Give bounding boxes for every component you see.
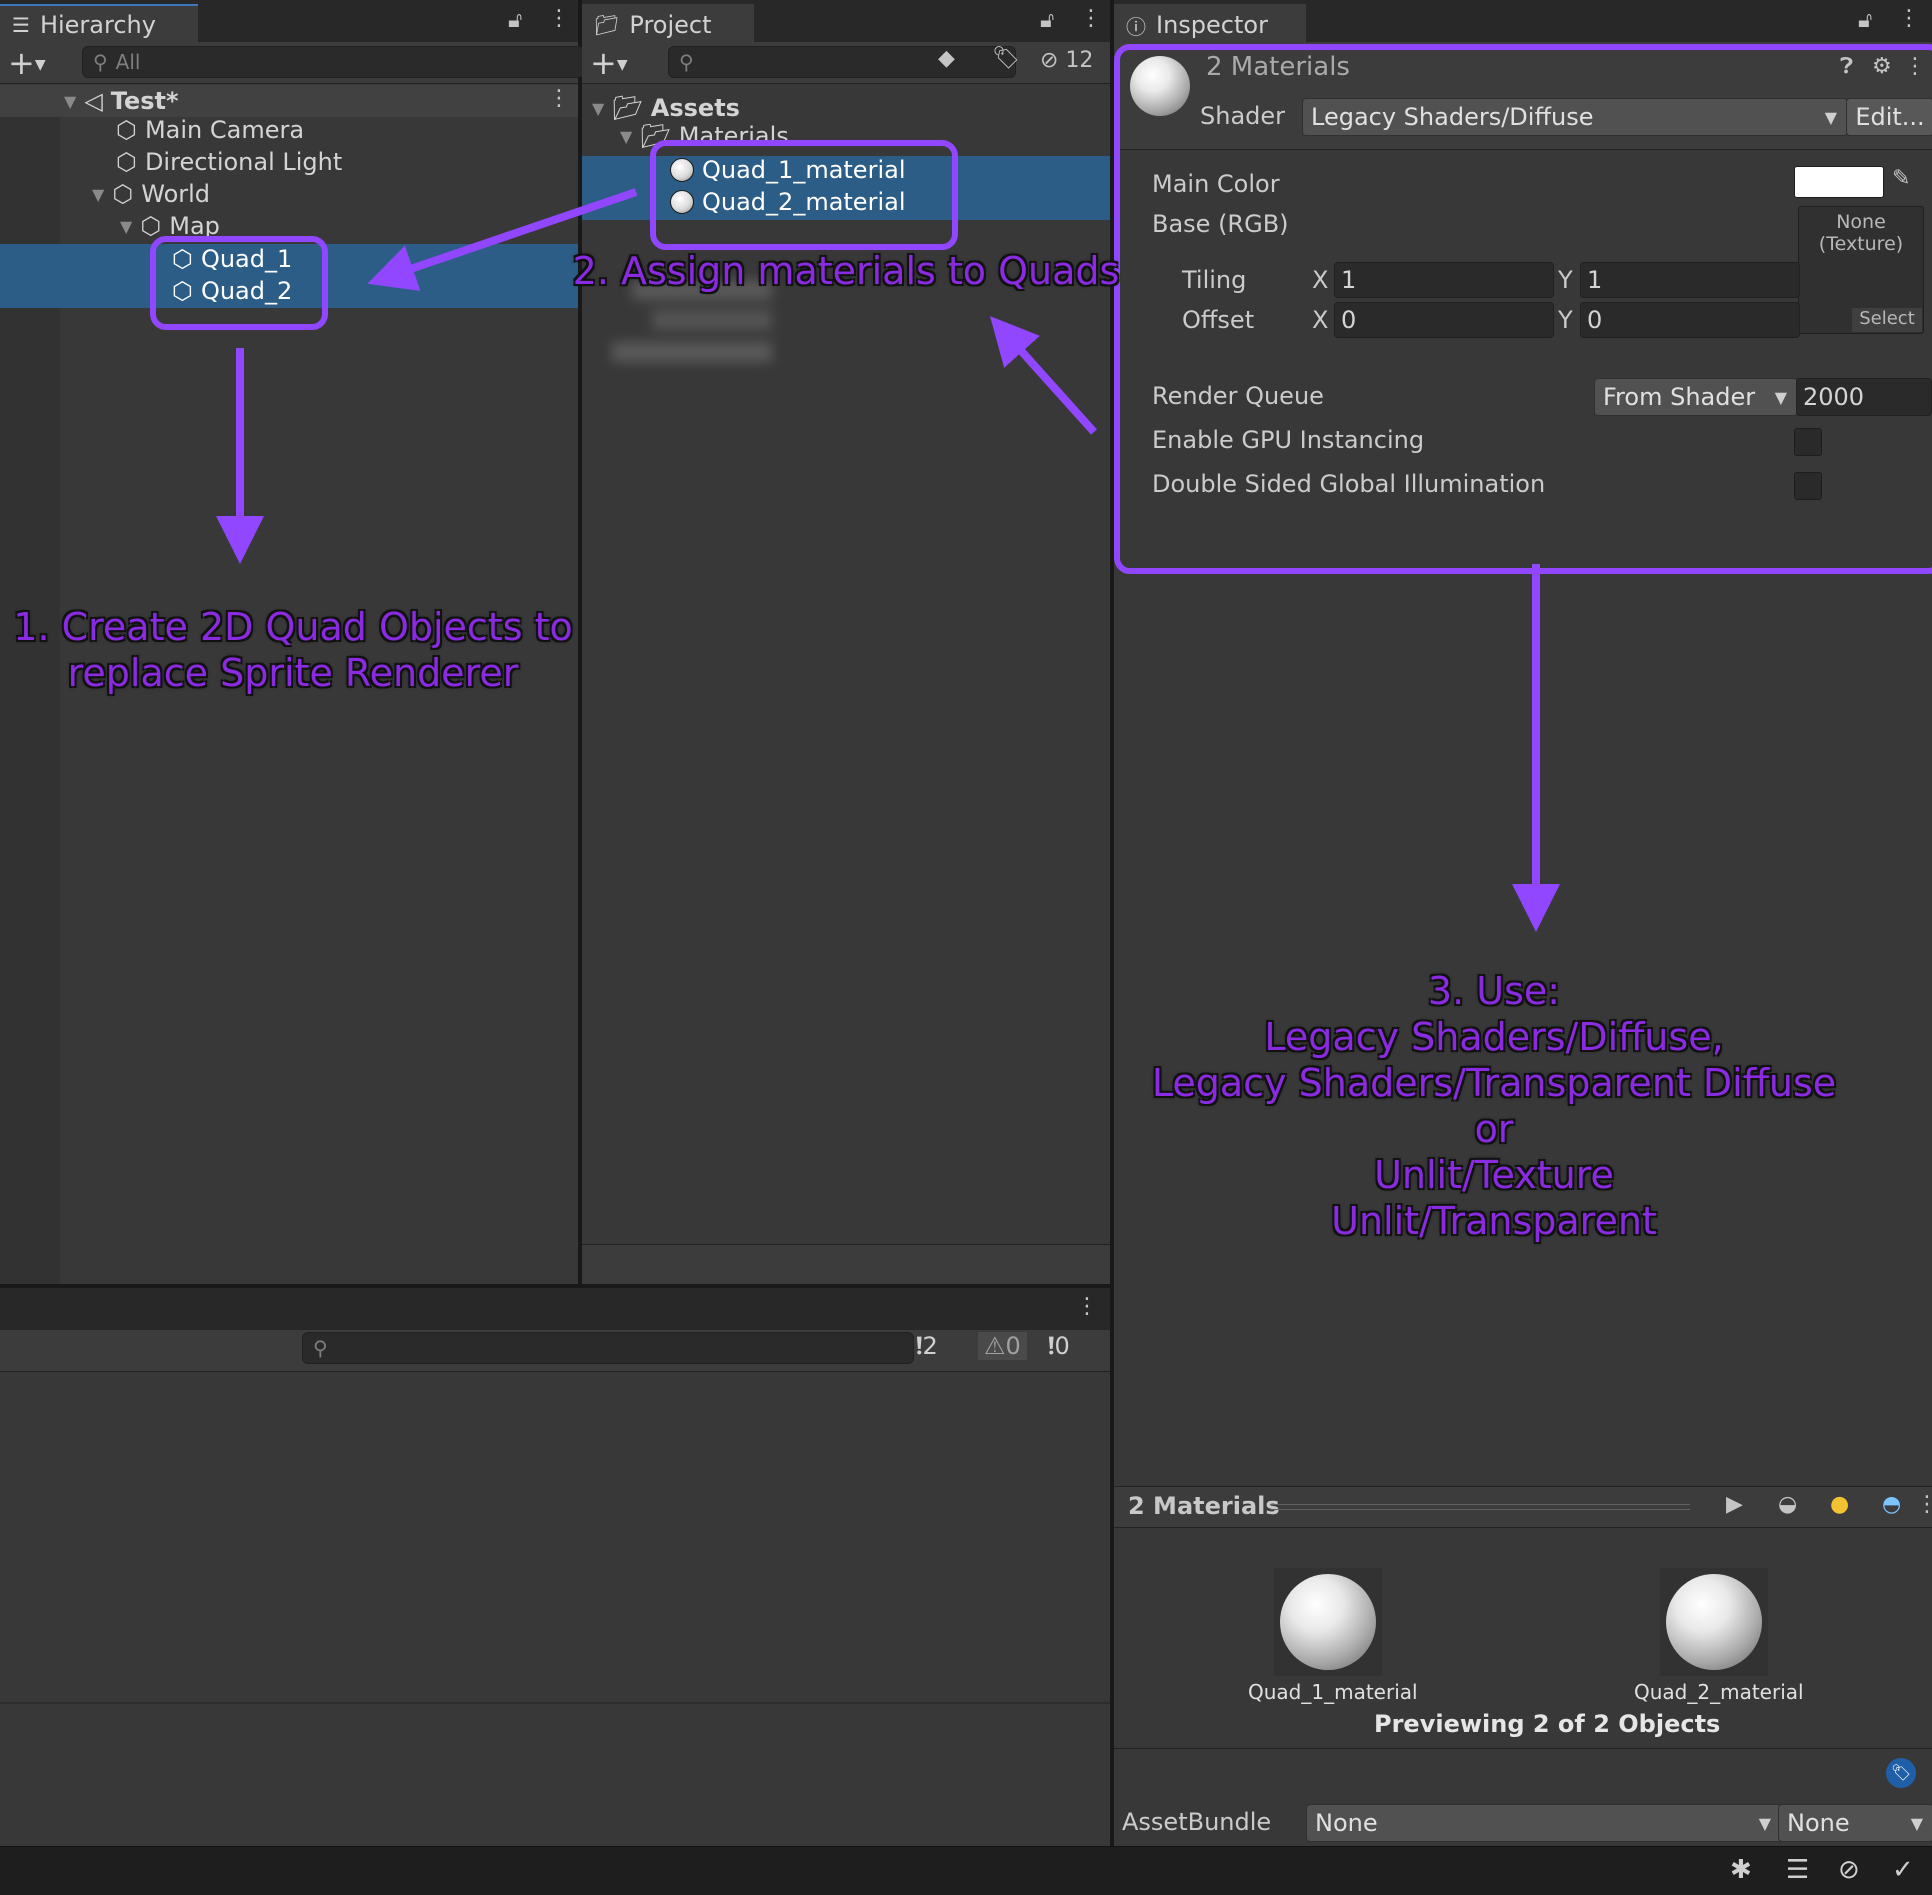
annotation-step3-line: 3. Use:: [1427, 969, 1561, 1013]
annotation-step3: 3. Use: Legacy Shaders/Diffuse, Legacy S…: [1074, 968, 1914, 1244]
highlight-box-quads: [150, 236, 328, 330]
highlight-box-materials: [650, 140, 958, 250]
highlight-box-inspector: [1114, 44, 1932, 574]
annotation-step2: 2. Assign materials to Quads: [572, 249, 1120, 293]
annotation-step3-line: Unlit/Transparent: [1331, 1199, 1657, 1243]
arrow-step3-diag: [989, 316, 1097, 435]
annotation-step1-line: 1. Create 2D Quad Objects to: [13, 605, 573, 649]
annotation-step3-line: or: [1474, 1107, 1514, 1151]
annotation-step3-line: Legacy Shaders/Transparent Diffuse: [1151, 1061, 1837, 1105]
annotation-step3-line: Legacy Shaders/Diffuse,: [1264, 1015, 1724, 1059]
annotation-step1-line: replace Sprite Renderer: [67, 651, 519, 695]
annotation-step1: 1. Create 2D Quad Objects to replace Spr…: [0, 604, 586, 696]
annotation-step3-line: Unlit/Texture: [1374, 1153, 1614, 1197]
